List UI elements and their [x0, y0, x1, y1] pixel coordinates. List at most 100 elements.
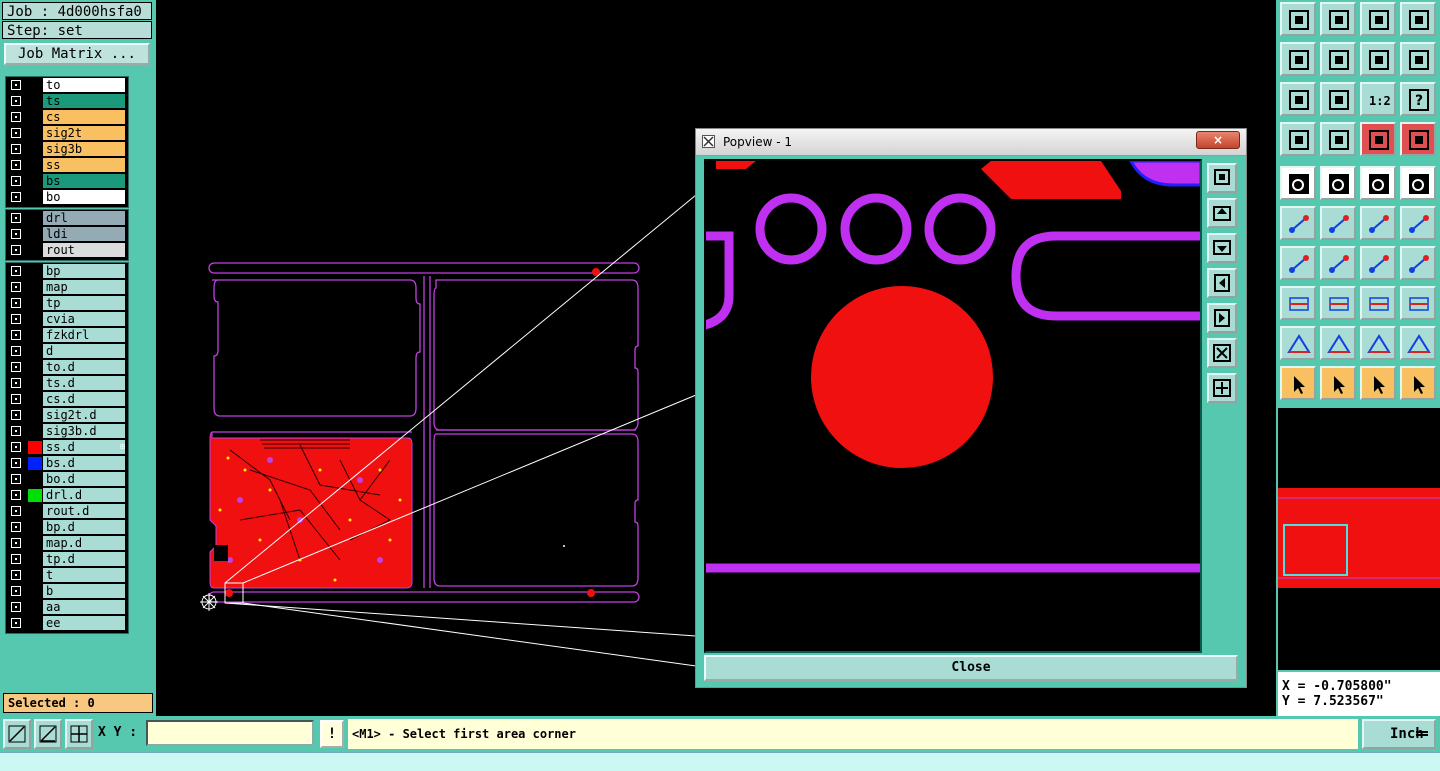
layer-color-swatch[interactable] [28, 345, 42, 358]
layer-row-bp-d[interactable]: bp.d [6, 519, 128, 535]
layer-checkbox[interactable] [11, 112, 21, 122]
probe-button[interactable] [1320, 122, 1356, 156]
triangle-b-button[interactable] [1320, 326, 1356, 360]
layer-row-sig3b[interactable]: sig3b [6, 141, 128, 157]
layer-name[interactable]: bs.d [43, 456, 125, 470]
arc-right-button[interactable] [1360, 206, 1396, 240]
layer-row-aa[interactable]: aa [6, 599, 128, 615]
layer-checkbox[interactable] [11, 490, 21, 500]
layer-name[interactable]: bo [43, 190, 125, 204]
layer-row-ee[interactable]: ee [6, 615, 128, 631]
layer-name[interactable]: sig2t.d [43, 408, 125, 422]
layer-checkbox[interactable] [11, 410, 21, 420]
layer-color-swatch[interactable] [28, 191, 42, 204]
pan-right-button[interactable] [1320, 42, 1356, 76]
layer-color-swatch[interactable] [28, 244, 42, 257]
snap-off-button[interactable] [3, 719, 31, 749]
layer-color-swatch[interactable] [28, 111, 42, 124]
layer-checkbox[interactable] [11, 570, 21, 580]
select-box-button[interactable] [1320, 366, 1356, 400]
layer-row-d[interactable]: d [6, 343, 128, 359]
layer-color-swatch[interactable] [28, 409, 42, 422]
layer-checkbox[interactable] [11, 330, 21, 340]
layer-color-swatch[interactable] [28, 361, 42, 374]
layer-row-sig3b-d[interactable]: sig3b.d [6, 423, 128, 439]
drag-box-button[interactable] [1280, 286, 1316, 320]
layer-color-swatch[interactable] [28, 505, 42, 518]
job-matrix-button[interactable]: Job Matrix ... [4, 43, 150, 65]
layer-row-to-d[interactable]: to.d [6, 359, 128, 375]
layer-row-cs-d[interactable]: cs.d [6, 391, 128, 407]
layer-color-swatch[interactable] [28, 489, 42, 502]
flip-button[interactable] [1400, 246, 1436, 280]
layer-color-swatch[interactable] [28, 95, 42, 108]
layer-color-swatch[interactable] [28, 441, 42, 454]
popview-left-button[interactable] [1207, 268, 1237, 298]
layer-checkbox[interactable] [11, 192, 21, 202]
layer-checkbox[interactable] [11, 506, 21, 516]
snap-grid-button[interactable] [65, 719, 93, 749]
layer-name[interactable]: to.d [43, 360, 125, 374]
layer-row-ts[interactable]: ts [6, 93, 128, 109]
layer-color-swatch[interactable] [28, 601, 42, 614]
layer-name[interactable]: to [43, 78, 125, 92]
layer-name[interactable]: tp [43, 296, 125, 310]
layer-row-bo[interactable]: bo [6, 189, 128, 205]
layer-up-button[interactable] [1360, 122, 1396, 156]
rotate-button[interactable] [1360, 246, 1396, 280]
layer-name[interactable]: drl [43, 211, 125, 225]
layer-row-ldi[interactable]: ldi [6, 226, 128, 242]
arc-dir-button[interactable] [1400, 206, 1436, 240]
layer-color-swatch[interactable] [28, 425, 42, 438]
layer-name[interactable]: bs [43, 174, 125, 188]
angle-button[interactable] [1280, 246, 1316, 280]
layer-color-swatch[interactable] [28, 212, 42, 225]
layer-row-to[interactable]: to [6, 77, 128, 93]
wave-button[interactable] [1400, 42, 1436, 76]
layer-checkbox[interactable] [11, 245, 21, 255]
snap-angle-button[interactable] [34, 719, 62, 749]
popview-close-button[interactable]: Close [704, 655, 1238, 681]
layer-checkbox[interactable] [11, 586, 21, 596]
layer-color-swatch[interactable] [28, 329, 42, 342]
layer-checkbox[interactable] [11, 378, 21, 388]
layer-name[interactable]: map.d [43, 536, 125, 550]
layer-checkbox[interactable] [11, 538, 21, 548]
layer-checkbox[interactable] [11, 602, 21, 612]
fit-all-button[interactable] [1280, 82, 1316, 116]
layer-row-ss[interactable]: ss [6, 157, 128, 173]
layer-name[interactable]: aa [43, 600, 125, 614]
layer-row-rout-d[interactable]: rout.d [6, 503, 128, 519]
layer-row-t[interactable]: t [6, 567, 128, 583]
layer-name[interactable]: ldi [43, 227, 125, 241]
pan-left-button[interactable] [1280, 42, 1316, 76]
layer-color-swatch[interactable] [28, 159, 42, 172]
layer-name[interactable]: ts.d [43, 376, 125, 390]
layer-name[interactable]: d [43, 344, 125, 358]
layer-color-swatch[interactable] [28, 313, 42, 326]
popview-titlebar[interactable]: Popview - 1 × [696, 129, 1246, 156]
layer-checkbox[interactable] [11, 394, 21, 404]
layer-name[interactable]: ts [43, 94, 125, 108]
layer-row-map[interactable]: map [6, 279, 128, 295]
popview-right-button[interactable] [1207, 303, 1237, 333]
layer-checkbox[interactable] [11, 144, 21, 154]
layer-row-map-d[interactable]: map.d [6, 535, 128, 551]
layer-checkbox[interactable] [11, 522, 21, 532]
triangle-d-button[interactable] [1400, 326, 1436, 360]
layer-color-swatch[interactable] [28, 281, 42, 294]
layer-name[interactable]: sig2t [43, 126, 125, 140]
xy-input[interactable] [146, 720, 314, 746]
popview-zoom-button[interactable] [1207, 163, 1237, 193]
layer-color-swatch[interactable] [28, 143, 42, 156]
layer-color-swatch[interactable] [28, 265, 42, 278]
layer-name[interactable]: bp.d [43, 520, 125, 534]
popview-fit-button[interactable] [1207, 338, 1237, 368]
home-view-button[interactable] [1360, 2, 1396, 36]
tools-button[interactable] [1280, 122, 1316, 156]
layer-checkbox[interactable] [11, 282, 21, 292]
layer-row-ss-d[interactable]: ss.d ⊞ [6, 439, 128, 455]
snap-pad-button[interactable] [1280, 166, 1316, 200]
layer-name[interactable]: sig3b [43, 142, 125, 156]
layer-color-swatch[interactable] [28, 537, 42, 550]
